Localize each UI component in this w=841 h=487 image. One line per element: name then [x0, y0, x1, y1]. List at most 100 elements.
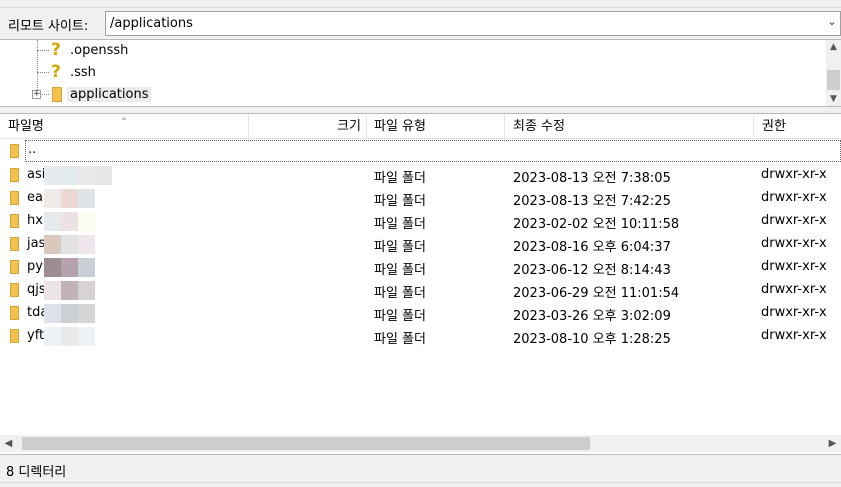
file-list-header: 파일명 ⌃ 크기 파일 유형 최종 수정 권한 — [0, 114, 841, 139]
folder-icon — [10, 306, 19, 320]
file-name: hx — [27, 213, 43, 228]
tree-connector — [37, 50, 49, 51]
remote-file-list: 파일명 ⌃ 크기 파일 유형 최종 수정 권한 .. asi 파일 폴더 202… — [0, 113, 841, 454]
parent-directory-row[interactable]: .. — [25, 140, 841, 162]
scroll-right-icon[interactable]: ▶ — [824, 435, 841, 452]
column-header-name[interactable]: 파일명 ⌃ — [0, 114, 249, 139]
table-row[interactable]: yft 파일 폴더 2023-08-10 오후 1:28:25 drwxr-xr… — [0, 325, 841, 348]
column-header-size[interactable]: 크기 — [249, 114, 367, 139]
tree-item-applications[interactable]: + applications — [0, 72, 826, 106]
folder-icon — [10, 237, 19, 251]
tree-connector — [37, 40, 38, 50]
table-row[interactable]: asi 파일 폴더 2023-08-13 오전 7:38:05 drwxr-xr… — [0, 164, 841, 187]
folder-icon — [10, 260, 19, 274]
file-name: yft — [27, 328, 45, 343]
table-row[interactable]: py 파일 폴더 2023-06-12 오전 8:14:43 drwxr-xr-… — [0, 256, 841, 279]
file-type: 파일 폴더 — [374, 263, 426, 278]
redacted-block — [44, 281, 114, 300]
tree-item-label[interactable]: applications — [67, 87, 152, 102]
file-permissions: drwxr-xr-x — [761, 213, 827, 228]
file-permissions: drwxr-xr-x — [761, 190, 827, 205]
top-strip — [0, 0, 841, 8]
table-row[interactable]: hx 파일 폴더 2023-02-02 오전 10:11:58 drwxr-xr… — [0, 210, 841, 233]
tree-item-label[interactable]: .openssh — [70, 43, 128, 58]
tree-connector — [37, 50, 38, 72]
redacted-block — [44, 166, 114, 185]
file-permissions: drwxr-xr-x — [761, 167, 827, 182]
column-header-type[interactable]: 파일 유형 — [367, 114, 505, 139]
horizontal-scrollbar[interactable]: ◀ ▶ — [0, 435, 841, 452]
folder-icon — [52, 87, 62, 102]
file-modified: 2023-08-16 오후 6:04:37 — [513, 240, 671, 255]
scroll-left-icon[interactable]: ◀ — [0, 435, 17, 452]
folder-icon — [10, 214, 19, 228]
scrollbar-thumb[interactable] — [827, 70, 840, 90]
column-header-label: 파일명 — [8, 119, 44, 134]
remote-path-value[interactable]: /applications — [110, 16, 193, 31]
file-modified: 2023-06-12 오전 8:14:43 — [513, 263, 671, 278]
file-modified: 2023-03-26 오후 3:02:09 — [513, 309, 671, 324]
file-name: ea — [27, 190, 43, 205]
expand-icon[interactable]: + — [32, 90, 41, 99]
remote-site-bar: 리모트 사이트: /applications ⌄ — [0, 8, 841, 39]
question-icon: ? — [51, 40, 61, 60]
chevron-down-icon[interactable]: ⌄ — [826, 15, 838, 31]
file-name: jas — [27, 236, 46, 251]
folder-icon — [10, 283, 19, 297]
file-modified: 2023-08-10 오후 1:28:25 — [513, 332, 671, 347]
file-modified: 2023-02-02 오전 10:11:58 — [513, 217, 680, 232]
file-name: asi — [27, 167, 46, 182]
tree-item-label[interactable]: .ssh — [70, 65, 96, 80]
redacted-block — [44, 189, 114, 208]
remote-path-combobox[interactable]: /applications ⌄ — [105, 11, 841, 36]
file-name: .. — [28, 142, 37, 157]
redacted-block — [44, 258, 114, 277]
file-type: 파일 폴더 — [374, 171, 426, 186]
tree-item-openssh[interactable]: ? .openssh — [0, 40, 826, 62]
file-type: 파일 폴더 — [374, 332, 426, 347]
table-row[interactable]: tda 파일 폴더 2023-03-26 오후 3:02:09 drwxr-xr… — [0, 302, 841, 325]
file-name: qjs — [27, 282, 46, 297]
scroll-up-icon[interactable]: ▲ — [826, 40, 841, 54]
status-text: 8 디렉터리 — [6, 465, 67, 480]
scroll-down-icon[interactable]: ▼ — [826, 92, 841, 106]
folder-icon — [10, 191, 19, 205]
scrollbar-thumb[interactable] — [22, 437, 590, 450]
folder-icon — [10, 144, 19, 158]
file-type: 파일 폴더 — [374, 286, 426, 301]
tree-item-ssh[interactable]: ? .ssh — [0, 50, 826, 84]
table-row[interactable]: qjs 파일 폴더 2023-06-29 오전 11:01:54 drwxr-x… — [0, 279, 841, 302]
file-type: 파일 폴더 — [374, 194, 426, 209]
redacted-block — [44, 327, 114, 346]
file-permissions: drwxr-xr-x — [761, 236, 827, 251]
file-permissions: drwxr-xr-x — [761, 259, 827, 274]
file-type: 파일 폴더 — [374, 217, 426, 232]
status-bar: 8 디렉터리 — [0, 454, 841, 482]
sort-ascending-icon: ⌃ — [120, 117, 129, 128]
folder-icon — [10, 168, 19, 182]
file-permissions: drwxr-xr-x — [761, 282, 827, 297]
tree-connector — [37, 72, 49, 73]
remote-directory-tree: ? .openssh ? .ssh + applications ▲ ▼ — [0, 39, 841, 107]
file-modified: 2023-08-13 오전 7:42:25 — [513, 194, 671, 209]
file-permissions: drwxr-xr-x — [761, 305, 827, 320]
file-modified: 2023-06-29 오전 11:01:54 — [513, 286, 680, 301]
table-row[interactable]: jas 파일 폴더 2023-08-16 오후 6:04:37 drwxr-xr… — [0, 233, 841, 256]
tree-vertical-scrollbar[interactable]: ▲ ▼ — [826, 40, 841, 106]
file-name: py — [27, 259, 43, 274]
file-modified: 2023-08-13 오전 7:38:05 — [513, 171, 671, 186]
column-header-permissions[interactable]: 권한 — [754, 114, 841, 139]
file-type: 파일 폴더 — [374, 240, 426, 255]
bottom-border — [0, 482, 841, 487]
folder-icon — [10, 329, 19, 343]
table-row[interactable]: ea 파일 폴더 2023-08-13 오전 7:42:25 drwxr-xr-… — [0, 187, 841, 210]
redacted-block — [44, 212, 114, 231]
remote-site-label: 리모트 사이트: — [8, 19, 89, 34]
column-header-modified[interactable]: 최종 수정 — [505, 114, 754, 139]
question-icon: ? — [51, 62, 61, 82]
parent-row-icon-cell[interactable] — [0, 140, 25, 163]
file-permissions: drwxr-xr-x — [761, 328, 827, 343]
redacted-block — [44, 304, 114, 323]
file-type: 파일 폴더 — [374, 309, 426, 324]
redacted-block — [44, 235, 114, 254]
